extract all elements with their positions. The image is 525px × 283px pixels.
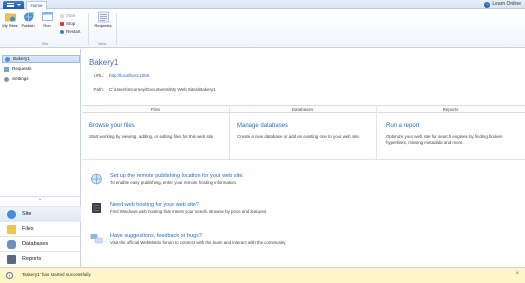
tip-web-hosting: Need web hosting for your web site? Find…	[90, 202, 520, 222]
web-hosting-link[interactable]: Need web hosting for your web site?	[110, 202, 199, 208]
workspace-reports-button[interactable]: Reports	[0, 251, 81, 266]
feedback-description: Visit the official WebMatrix forum to co…	[110, 240, 287, 245]
column-header-databases: Databases	[291, 107, 314, 112]
group-site-label: Site	[41, 41, 49, 46]
stop-label: Stop	[66, 21, 76, 26]
my-sites-button[interactable]: My Sites	[2, 11, 18, 29]
webmatrix-window: Home ? Learn Online My Sites Publish Run…	[0, 0, 525, 283]
server-icon	[92, 203, 101, 213]
browse-files-description: Start working by viewing, adding, or edi…	[89, 134, 215, 139]
browse-files-link[interactable]: Browse your files	[89, 123, 135, 129]
url-label: URL:	[93, 73, 104, 78]
site-title: Bakery1	[89, 58, 119, 67]
restart-button[interactable]: Restart	[60, 29, 81, 34]
workspace-databases-button[interactable]: Databases	[0, 236, 81, 251]
site-path-row: Path: C:\Users\mcorney\Documents\My Web …	[89, 87, 216, 92]
feedback-link[interactable]: Have suggestions, feedback or bugs?	[110, 233, 202, 239]
manage-databases-link[interactable]: Manage databases	[237, 123, 288, 129]
help-icon: ?	[484, 1, 491, 8]
requests-icon	[97, 11, 109, 23]
ribbon-separator	[116, 13, 117, 45]
chevron-down-icon[interactable]: ⌄	[38, 197, 42, 202]
tree-item-requests[interactable]: Requests	[2, 65, 80, 73]
requests-view-button[interactable]: Requests	[93, 11, 113, 29]
columns-header: Files Databases Reports	[82, 105, 525, 113]
group-view-label: View	[97, 41, 107, 46]
site-overview-pane: Bakery1 URL: http://localhost:1065 Path:…	[82, 49, 525, 267]
learn-online-label: Learn Online	[492, 1, 521, 7]
tab-home[interactable]: Home	[26, 1, 47, 10]
publish-button[interactable]: Publish	[20, 11, 36, 29]
reports-icon	[7, 254, 16, 264]
column-header-reports: Reports	[442, 107, 459, 112]
app-menu-button[interactable]	[3, 1, 24, 9]
gear-icon	[4, 76, 9, 82]
publish-icon	[23, 12, 33, 22]
tree-item-site-root[interactable]: Bakery1	[2, 55, 80, 63]
run-report-description: Optimize your web site for search engine…	[386, 134, 503, 145]
start-button[interactable]: Start	[60, 13, 76, 18]
remote-publishing-description: To enable easy publishing, enter your re…	[110, 180, 238, 185]
site-icon	[5, 56, 10, 62]
my-sites-label: My Sites	[2, 23, 18, 28]
status-message: 'Bakery1' has started successfully.	[22, 272, 92, 277]
folder-icon	[7, 224, 16, 234]
workspace-label: Reports	[22, 255, 42, 262]
requests-icon	[4, 66, 9, 72]
left-navigation-pane: Bakery1 Requests Settings ⌄ Site Files D…	[0, 49, 81, 267]
column-divider	[376, 105, 377, 159]
ribbon-separator	[88, 13, 89, 45]
start-label: Start	[66, 13, 76, 18]
section-divider	[82, 159, 525, 160]
tree-item-settings[interactable]: Settings	[2, 75, 80, 83]
tree-item-label: Settings	[12, 76, 29, 81]
globe-icon	[7, 209, 16, 219]
manage-databases-description: Create a new database or add an existing…	[237, 134, 361, 139]
stop-icon	[60, 21, 64, 26]
restart-label: Restart	[66, 29, 81, 34]
run-button[interactable]: Run	[39, 11, 55, 29]
workspace-label: Databases	[22, 240, 49, 247]
ribbon: My Sites Publish Run Start Stop Restart …	[0, 10, 525, 48]
ribbon-tab-row: Home ? Learn Online	[0, 0, 525, 10]
browser-run-icon	[41, 12, 53, 21]
workspace-label: Site	[22, 210, 32, 217]
workspace-label: Files	[22, 225, 34, 232]
chevron-down-icon	[17, 4, 21, 6]
site-path-value[interactable]: C:\Users\mcorney\Documents\My Web Sites\…	[109, 87, 216, 92]
restart-icon	[60, 29, 64, 34]
run-label: Run	[43, 23, 51, 28]
remote-publishing-link[interactable]: Set up the remote publishing location fo…	[110, 173, 244, 179]
menu-icon	[7, 3, 14, 7]
site-url-row: URL: http://localhost:1065	[89, 73, 150, 78]
workspace-files-button[interactable]: Files	[0, 221, 81, 236]
learn-online-link[interactable]: ? Learn Online	[484, 1, 521, 8]
tip-feedback: Have suggestions, feedback or bugs? Visi…	[90, 233, 520, 253]
tree-item-label: Bakery1	[13, 56, 30, 61]
tip-remote-publishing: Set up the remote publishing location fo…	[90, 173, 520, 193]
path-label: Path:	[93, 87, 104, 92]
info-icon: i	[6, 272, 13, 279]
folder-globe-icon	[4, 13, 16, 22]
workspace-site-button[interactable]: Site	[0, 206, 81, 221]
globe-link-icon	[91, 173, 102, 185]
web-hosting-description: Find Windows web hosting that meets your…	[110, 209, 268, 214]
publish-label: Publish	[21, 23, 35, 28]
run-report-link[interactable]: Run a report	[386, 123, 419, 129]
tree-item-label: Requests	[12, 66, 32, 71]
database-icon	[7, 239, 16, 249]
requests-label: Requests	[94, 23, 112, 28]
stop-button[interactable]: Stop	[60, 21, 75, 26]
close-icon[interactable]: ×	[515, 271, 519, 277]
speech-bubbles-icon	[90, 234, 103, 244]
column-header-files: Files	[150, 107, 161, 112]
notification-bar: i 'Bakery1' has started successfully. ×	[0, 267, 525, 283]
column-divider	[229, 105, 230, 159]
start-icon	[60, 13, 64, 18]
site-url-link[interactable]: http://localhost:1065	[109, 73, 149, 78]
